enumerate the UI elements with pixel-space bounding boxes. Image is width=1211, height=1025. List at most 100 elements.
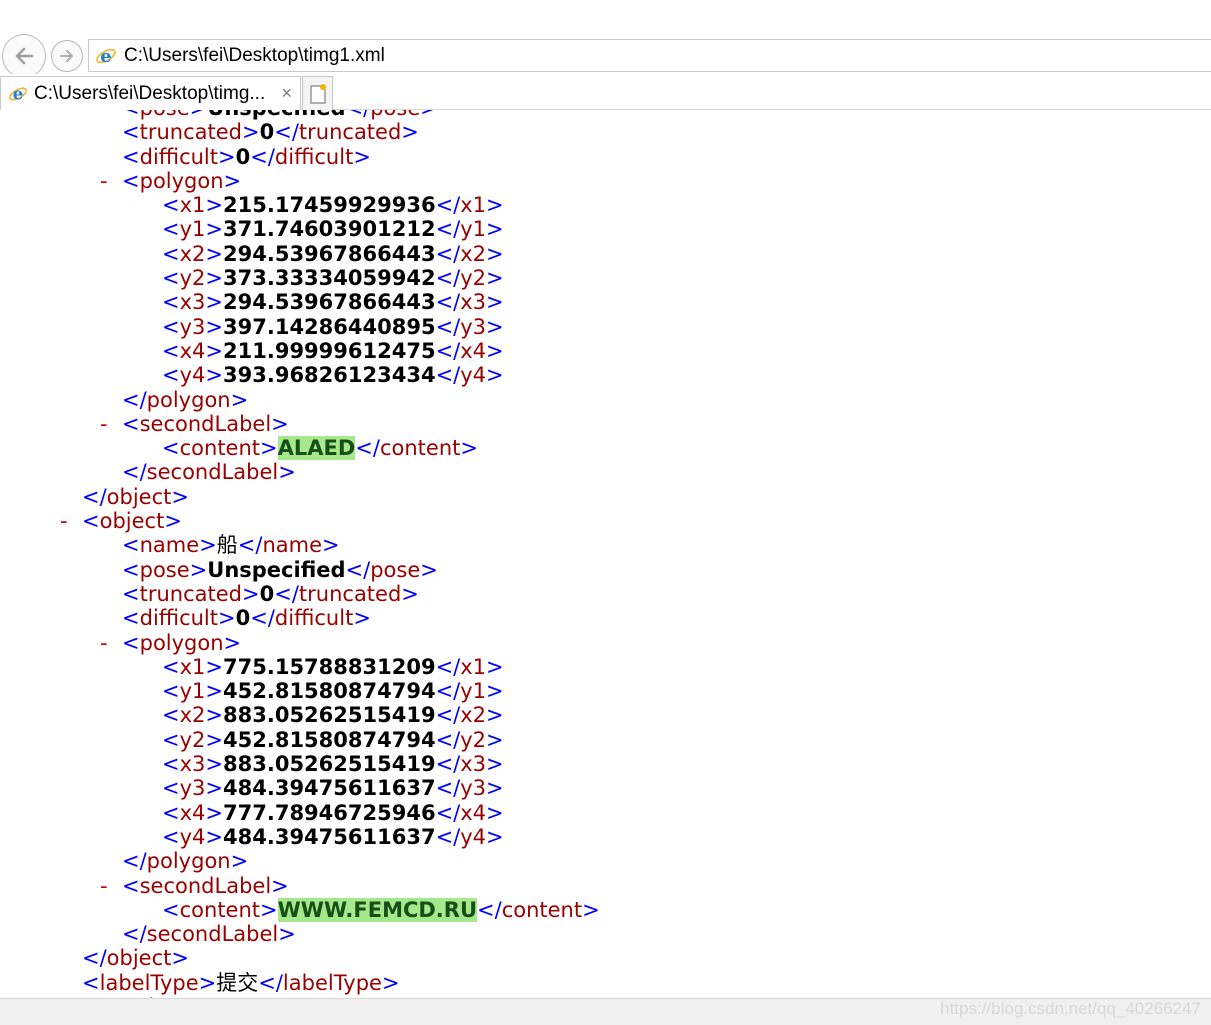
tag-name: pose [370, 557, 421, 582]
xml-element: <x2>294.53967866443</x2> [162, 242, 504, 266]
angle-bracket: < [162, 338, 180, 363]
collapse-toggle[interactable]: - [100, 169, 108, 193]
xml-line: <pose>Unspecified</pose> [0, 558, 1211, 582]
angle-bracket: > [205, 193, 224, 218]
xml-element: <y4>393.96826123434</y4> [162, 363, 504, 387]
xml-line: </secondLabel> [0, 922, 1211, 946]
angle-bracket: </ [477, 897, 502, 922]
xml-line: <y1>452.81580874794</y1> [0, 679, 1211, 703]
collapse-toggle[interactable]: - [100, 874, 108, 898]
collapse-toggle[interactable]: - [100, 631, 108, 655]
element-value: 775.15788831209 [223, 654, 436, 679]
angle-bracket: > [486, 241, 504, 266]
angle-bracket: > [205, 727, 224, 752]
angle-bracket: > [401, 581, 419, 606]
xml-line: </polygon> [0, 849, 1211, 873]
tag-name: x3 [179, 752, 206, 777]
new-tab-button[interactable] [302, 76, 333, 110]
element-value: 船 [216, 533, 238, 558]
angle-bracket: > [205, 752, 224, 777]
tab-active[interactable]: e C:\Users\fei\Desktop\timg... × [0, 76, 301, 110]
xml-element: <content>ALAED</content> [162, 436, 478, 461]
element-value: 294.53967866443 [223, 241, 436, 266]
tag-name: difficult [139, 144, 219, 169]
tag-name: pose [370, 110, 420, 120]
angle-bracket: > [381, 970, 400, 995]
angle-bracket: > [242, 581, 260, 606]
tag-name: y4 [179, 824, 206, 849]
angle-bracket: > [223, 168, 242, 193]
xml-line: <y2>373.33334059942</y2> [0, 266, 1211, 290]
angle-bracket: </ [435, 727, 461, 752]
angle-bracket: < [122, 873, 140, 898]
xml-line: <x3>294.53967866443</x3> [0, 290, 1211, 314]
tag-name: y3 [460, 314, 487, 339]
tag-name: y4 [460, 824, 487, 849]
angle-bracket: < [122, 411, 140, 436]
tag-name: pose [140, 110, 190, 120]
angle-bracket: </ [435, 314, 461, 339]
xml-element: <object> [82, 509, 182, 533]
angle-bracket: </ [435, 290, 461, 315]
tag-name: x3 [460, 290, 487, 315]
tag-name: y2 [179, 727, 206, 752]
angle-bracket: </ [250, 606, 275, 631]
xml-element: <y3>397.14286440895</y3> [162, 315, 504, 339]
collapse-toggle[interactable]: - [60, 509, 68, 533]
address-bar[interactable]: e C:\Users\fei\Desktop\timg1.xml [88, 39, 1211, 72]
tag-name: object [99, 509, 165, 534]
tab-close-icon[interactable]: × [281, 83, 292, 104]
angle-bracket: < [162, 436, 180, 461]
angle-bracket: > [486, 266, 504, 291]
element-value: 883.05262515419 [223, 752, 436, 777]
angle-bracket: </ [435, 679, 461, 704]
angle-bracket: > [486, 800, 504, 825]
tag-name: x2 [179, 703, 206, 728]
angle-bracket: > [164, 509, 182, 534]
back-arrow-icon [15, 47, 34, 65]
angle-bracket: > [189, 557, 208, 582]
address-url: C:\Users\fei\Desktop\timg1.xml [124, 44, 385, 66]
element-value: ALAED [277, 436, 356, 461]
xml-element: <difficult>0</difficult> [122, 606, 371, 630]
tag-name: truncated [139, 581, 242, 606]
tag-name: x4 [179, 800, 206, 825]
xml-element: <y2>373.33334059942</y2> [162, 266, 504, 290]
angle-bracket: < [162, 266, 180, 291]
xml-element: <truncated>0</truncated> [122, 582, 419, 606]
svg-text:e: e [100, 46, 111, 67]
forward-button[interactable] [51, 40, 83, 72]
angle-bracket: </ [435, 241, 461, 266]
tag-name: polygon [146, 849, 231, 874]
tag-name: x4 [460, 800, 487, 825]
xml-line: <content>WWW.FEMCD.RU</content> [0, 897, 1211, 922]
tag-name: y1 [460, 679, 487, 704]
collapse-toggle[interactable]: - [100, 412, 108, 436]
element-value: 提交 [216, 970, 259, 995]
tag-name: x2 [460, 241, 487, 266]
tag-name: y2 [460, 266, 487, 291]
tag-name: polygon [146, 387, 231, 412]
xml-element: <truncated>0</truncated> [122, 120, 419, 144]
angle-bracket: > [205, 679, 224, 704]
angle-bracket: > [486, 217, 504, 242]
angle-bracket: > [486, 363, 504, 388]
tag-name: secondLabel [139, 411, 272, 436]
back-button[interactable] [2, 34, 46, 78]
xml-element: <x4>211.99999612475</x4> [162, 339, 504, 363]
element-value: 211.99999612475 [223, 338, 436, 363]
xml-line: <truncated>0</truncated> [0, 120, 1211, 144]
angle-bracket: > [486, 314, 504, 339]
xml-line: <difficult>0</difficult> [0, 606, 1211, 630]
element-value: 371.74603901212 [223, 217, 436, 242]
xml-line: - <polygon> [0, 631, 1211, 655]
xml-element: <x2>883.05262515419</x2> [162, 703, 504, 727]
tag-name: y2 [179, 266, 206, 291]
element-value: 484.39475611637 [223, 824, 436, 849]
angle-bracket: </ [435, 654, 461, 679]
angle-bracket: </ [122, 460, 147, 485]
watermark: https://blog.csdn.net/qq_40266247 [940, 999, 1201, 1018]
element-value: 0 [259, 120, 275, 145]
angle-bracket: < [162, 776, 180, 801]
angle-bracket: </ [355, 436, 380, 461]
